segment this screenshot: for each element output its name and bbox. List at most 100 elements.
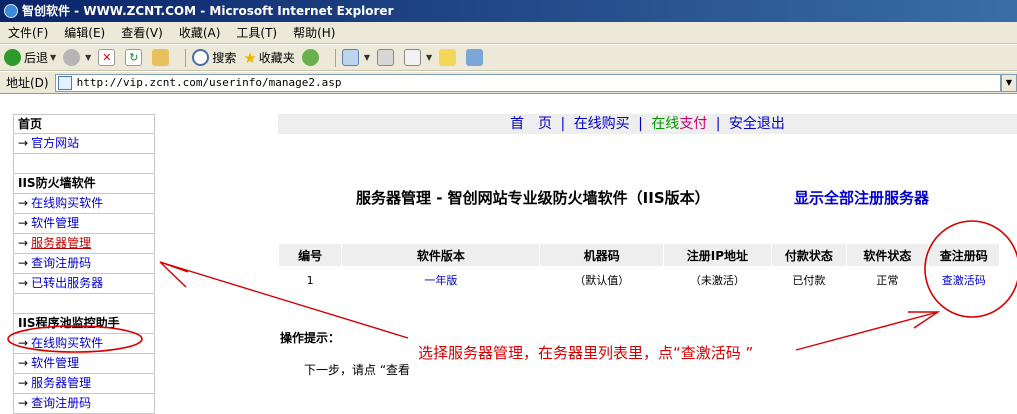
folder-icon xyxy=(439,49,457,66)
toolbar-separator xyxy=(185,48,187,67)
nav-pay[interactable]: 在线支付 xyxy=(651,116,707,132)
col-header-regcode: 查注册码 xyxy=(928,244,999,266)
annotation-text: 选择服务器管理，在务器里列表里，点“查激活码 ” xyxy=(418,344,754,362)
back-button[interactable]: 后退 ▼ xyxy=(4,49,56,66)
sidebar-spacer xyxy=(13,294,155,314)
menu-edit[interactable]: 编辑(E) xyxy=(64,24,105,41)
col-header-status: 软件状态 xyxy=(847,244,928,266)
window-title: 智创软件 - WWW.ZCNT.COM - Microsoft Internet… xyxy=(22,4,394,18)
arrow-icon: → xyxy=(18,276,29,290)
sidebar-link[interactable]: 在线购买软件 xyxy=(31,336,103,350)
search-button[interactable]: 搜索 xyxy=(192,49,236,66)
menu-bar: 文件(F) 编辑(E) 查看(V) 收藏(A) 工具(T) 帮助(H) xyxy=(0,22,1017,44)
refresh-icon: ↻ xyxy=(125,49,143,66)
cell-ip: （未激活） xyxy=(689,274,745,287)
page-icon xyxy=(57,75,72,90)
address-dropdown-button[interactable]: ▼ xyxy=(1001,73,1017,92)
menu-view[interactable]: 查看(V) xyxy=(121,24,163,41)
sidebar-link[interactable]: 已转出服务器 xyxy=(31,276,103,290)
table-header-row: 编号 软件版本 机器码 注册IP地址 付款状态 软件状态 查注册码 xyxy=(279,244,999,266)
arrow-icon: → xyxy=(18,336,29,350)
nav-home[interactable]: 首 页 xyxy=(510,116,552,132)
sidebar-item-fw-transferred[interactable]: → 已转出服务器 xyxy=(13,274,155,294)
next-step-text: 下一步，请点 “查看 xyxy=(304,363,411,377)
sidebar-head-pool: IIS程序池监控助手 xyxy=(13,314,155,334)
sidebar-item-pool-buy[interactable]: → 在线购买软件 xyxy=(13,334,155,354)
page-title: 服务器管理 - 智创网站专业级防火墙软件（IIS版本） xyxy=(356,189,710,207)
messenger-button[interactable] xyxy=(466,49,486,66)
menu-file[interactable]: 文件(F) xyxy=(8,24,48,41)
cell-id: 1 xyxy=(306,273,314,287)
sidebar-item-official-site[interactable]: → 官方网站 xyxy=(13,134,155,154)
edit-button[interactable]: ▼ xyxy=(403,49,432,66)
sidebar-item-fw-server[interactable]: → 服务器管理 xyxy=(13,234,155,254)
sidebar-item-fw-buy[interactable]: → 在线购买软件 xyxy=(13,194,155,214)
refresh-button[interactable]: ↻ xyxy=(125,49,145,66)
forward-arrow-icon xyxy=(63,49,81,66)
nav-separator: | xyxy=(560,116,566,132)
sidebar-head-firewall: IIS防火墙软件 xyxy=(13,174,155,194)
sidebar: 首页 → 官方网站 IIS防火墙软件 → 在线购买软件 → 软件管理 → 服务器管理 →… xyxy=(13,114,155,414)
nav-buy[interactable]: 在线购买 xyxy=(574,116,630,132)
sidebar-link[interactable]: 服务器管理 xyxy=(31,376,91,390)
nav-logout[interactable]: 安全退出 xyxy=(729,116,785,132)
toolbar: 后退 ▼ ▼ ✕ ↻ 搜索 ★ 收藏夹 ▼ ▼ xyxy=(0,45,1017,71)
arrow-icon: → xyxy=(18,136,29,150)
table-row: 1 一年版 （默认值） （未激活） 已付款 正常 查激活码 xyxy=(279,267,999,293)
forward-button[interactable]: ▼ xyxy=(63,49,91,66)
cell-version: 一年版 xyxy=(342,267,539,293)
version-link[interactable]: 一年版 xyxy=(424,274,457,287)
home-icon xyxy=(152,49,170,66)
arrow-icon: → xyxy=(18,356,29,370)
arrow-icon: → xyxy=(18,236,29,250)
stop-icon: ✕ xyxy=(98,49,116,66)
cell-payment: 已付款 xyxy=(792,274,826,287)
home-button[interactable] xyxy=(152,49,172,66)
arrow-icon: → xyxy=(18,376,29,390)
folder-button[interactable] xyxy=(439,49,459,66)
arrow-icon: → xyxy=(18,256,29,270)
server-table: 编号 软件版本 机器码 注册IP地址 付款状态 软件状态 查注册码 1 一年版 … xyxy=(278,243,1000,294)
top-nav: 首 页 | 在线购买 | 在线支付 | 安全退出 xyxy=(278,114,1017,134)
sidebar-item-fw-regcode[interactable]: → 查询注册码 xyxy=(13,254,155,274)
print-icon xyxy=(376,49,394,66)
search-icon xyxy=(192,49,210,66)
col-header-machine: 机器码 xyxy=(540,244,664,266)
edit-page-icon xyxy=(403,49,421,66)
toolbar-separator xyxy=(334,48,336,67)
col-header-version: 软件版本 xyxy=(342,244,540,266)
sidebar-spacer xyxy=(13,154,155,174)
menu-help[interactable]: 帮助(H) xyxy=(293,24,335,41)
media-icon xyxy=(301,49,319,66)
favorites-button[interactable]: ★ 收藏夹 xyxy=(243,49,294,67)
arrow-icon: → xyxy=(18,196,29,210)
cell-machine: （默认值） xyxy=(574,274,630,287)
col-header-ip: 注册IP地址 xyxy=(664,244,771,266)
back-arrow-icon xyxy=(4,49,21,66)
sidebar-link[interactable]: 服务器管理 xyxy=(31,236,91,250)
sidebar-link[interactable]: 软件管理 xyxy=(31,356,79,370)
nav-separator: | xyxy=(715,116,721,132)
sidebar-link[interactable]: 查询注册码 xyxy=(31,256,91,270)
print-button[interactable] xyxy=(376,49,397,66)
media-button[interactable] xyxy=(301,49,322,66)
sidebar-link[interactable]: 官方网站 xyxy=(31,136,79,150)
sidebar-link[interactable]: 在线购买软件 xyxy=(31,196,103,210)
address-bar: 地址(D) http://vip.zcnt.com/userinfo/manag… xyxy=(0,72,1017,94)
menu-favorites[interactable]: 收藏(A) xyxy=(179,24,221,41)
sidebar-item-fw-software[interactable]: → 软件管理 xyxy=(13,214,155,234)
star-icon: ★ xyxy=(243,48,257,67)
messenger-icon xyxy=(466,49,484,66)
sidebar-item-pool-software[interactable]: → 软件管理 xyxy=(13,354,155,374)
stop-button[interactable]: ✕ xyxy=(98,49,118,66)
address-input[interactable]: http://vip.zcnt.com/userinfo/manage2.asp xyxy=(54,73,1001,92)
check-activation-code-link[interactable]: 查激活码 xyxy=(942,274,986,287)
show-all-servers-link[interactable]: 显示全部注册服务器 xyxy=(794,187,929,208)
sidebar-item-pool-regcode[interactable]: → 查询注册码 xyxy=(13,394,155,414)
address-url: http://vip.zcnt.com/userinfo/manage2.asp xyxy=(76,76,342,89)
sidebar-item-pool-server[interactable]: → 服务器管理 xyxy=(13,374,155,394)
menu-tools[interactable]: 工具(T) xyxy=(236,24,277,41)
sidebar-link[interactable]: 软件管理 xyxy=(31,216,79,230)
address-label: 地址(D) xyxy=(6,76,49,90)
mail-button[interactable]: ▼ xyxy=(341,49,370,66)
